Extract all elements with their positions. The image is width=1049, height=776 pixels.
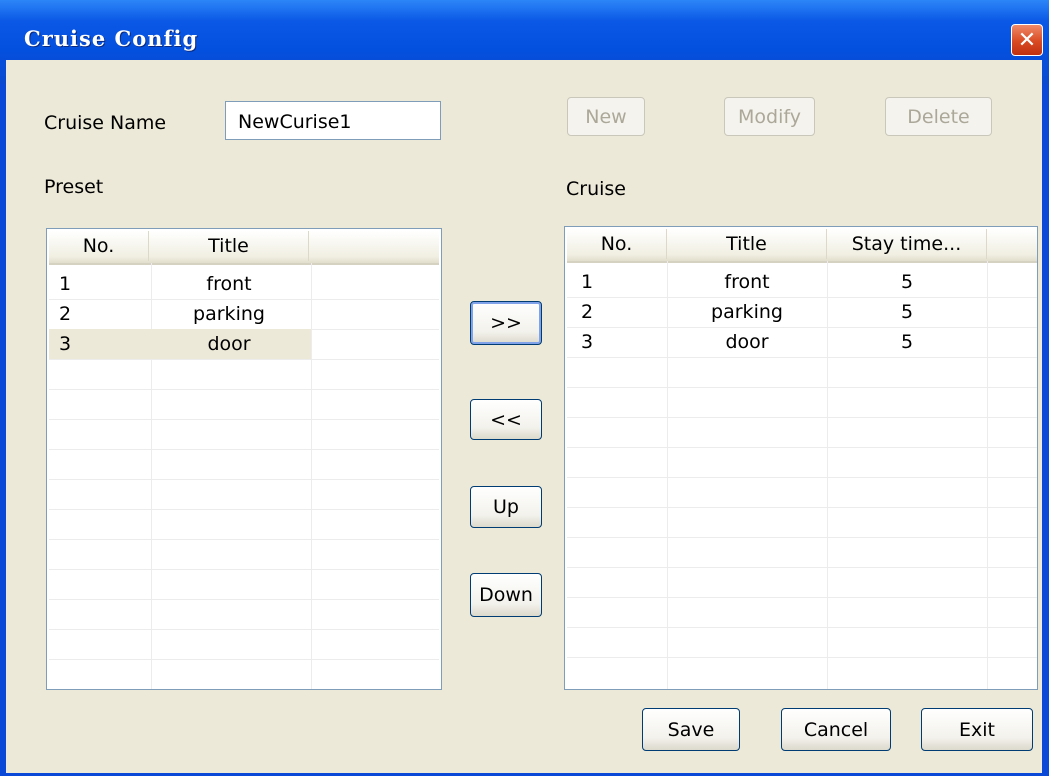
cruise-cell-no: 1 [581,271,594,293]
cruise-row[interactable]: 1 front 5 [567,267,987,297]
grid-line [49,509,439,510]
cruise-col-stay-time[interactable]: Stay time... [827,229,987,259]
cruise-cell-stay: 5 [900,331,914,353]
new-button[interactable]: New [567,97,645,136]
grid-line [49,659,439,660]
preset-cell-no: 3 [59,333,72,355]
grid-line [567,537,1037,538]
preset-row[interactable]: 1 front [49,269,309,299]
add-to-cruise-button[interactable]: >> [470,301,542,345]
cruise-cell-title: front [724,271,770,293]
preset-label: Preset [44,176,104,198]
grid-line [49,599,439,600]
move-up-button[interactable]: Up [470,486,542,528]
cruise-name-label: Cruise Name [44,112,167,134]
preset-list-header: No. Title [49,231,439,265]
preset-cell-no: 1 [59,273,72,295]
preset-col-title[interactable]: Title [149,231,309,261]
cruise-cell-stay: 5 [900,301,914,323]
cruise-col-empty [987,229,1037,259]
preset-cell-title: parking [193,303,265,325]
cruise-cell-no: 2 [581,301,594,323]
preset-list[interactable]: No. Title 1 front 2 parking 3 door [46,228,442,690]
grid-line [49,389,439,390]
grid-line [311,263,312,689]
modify-button[interactable]: Modify [724,97,815,136]
cruise-label: Cruise [566,178,626,200]
preset-cell-title: door [207,333,251,355]
grid-line [567,507,1037,508]
cancel-button[interactable]: Cancel [781,708,891,751]
grid-line [567,357,1037,358]
grid-line [987,261,988,689]
cruise-config-window: Cruise Config ✕ Cruise Name NewCurise1 N… [0,0,1049,776]
preset-cell-title: front [206,273,252,295]
grid-line [567,567,1037,568]
preset-row[interactable]: 2 parking [49,299,309,329]
grid-line [567,417,1037,418]
preset-col-no[interactable]: No. [49,231,149,261]
cruise-cell-stay: 5 [900,271,914,293]
preset-row-selected[interactable]: 3 door [49,329,311,359]
grid-line [567,387,1037,388]
grid-line [567,597,1037,598]
grid-line [49,449,439,450]
cruise-cell-no: 3 [581,331,594,353]
cruise-cell-title: door [725,331,769,353]
preset-col-empty [309,231,439,261]
grid-line [49,629,439,630]
preset-cell-no: 2 [59,303,72,325]
grid-line [567,447,1037,448]
cruise-name-input[interactable]: NewCurise1 [225,101,441,140]
save-button[interactable]: Save [642,708,740,751]
cruise-list-header: No. Title Stay time... [567,229,1037,263]
cruise-row[interactable]: 3 door 5 [567,327,987,357]
grid-line [567,477,1037,478]
window-title: Cruise Config [24,26,199,51]
grid-line [49,419,439,420]
delete-button[interactable]: Delete [885,97,992,136]
remove-from-cruise-button[interactable]: << [470,399,542,440]
cruise-cell-title: parking [711,301,783,323]
cruise-list[interactable]: No. Title Stay time... 1 front 5 2 parki… [564,226,1038,690]
exit-button[interactable]: Exit [921,708,1033,751]
grid-line [49,539,439,540]
grid-line [567,627,1037,628]
grid-line [49,359,439,360]
grid-line [567,657,1037,658]
grid-line [49,569,439,570]
move-down-button[interactable]: Down [470,573,542,617]
cruise-col-title[interactable]: Title [667,229,827,259]
cruise-row[interactable]: 2 parking 5 [567,297,987,327]
dialog-client-area: Cruise Name NewCurise1 New Modify Delete… [6,60,1042,773]
grid-line [49,479,439,480]
close-icon: ✕ [1017,27,1037,53]
cruise-col-no[interactable]: No. [567,229,667,259]
close-button[interactable]: ✕ [1011,24,1043,56]
